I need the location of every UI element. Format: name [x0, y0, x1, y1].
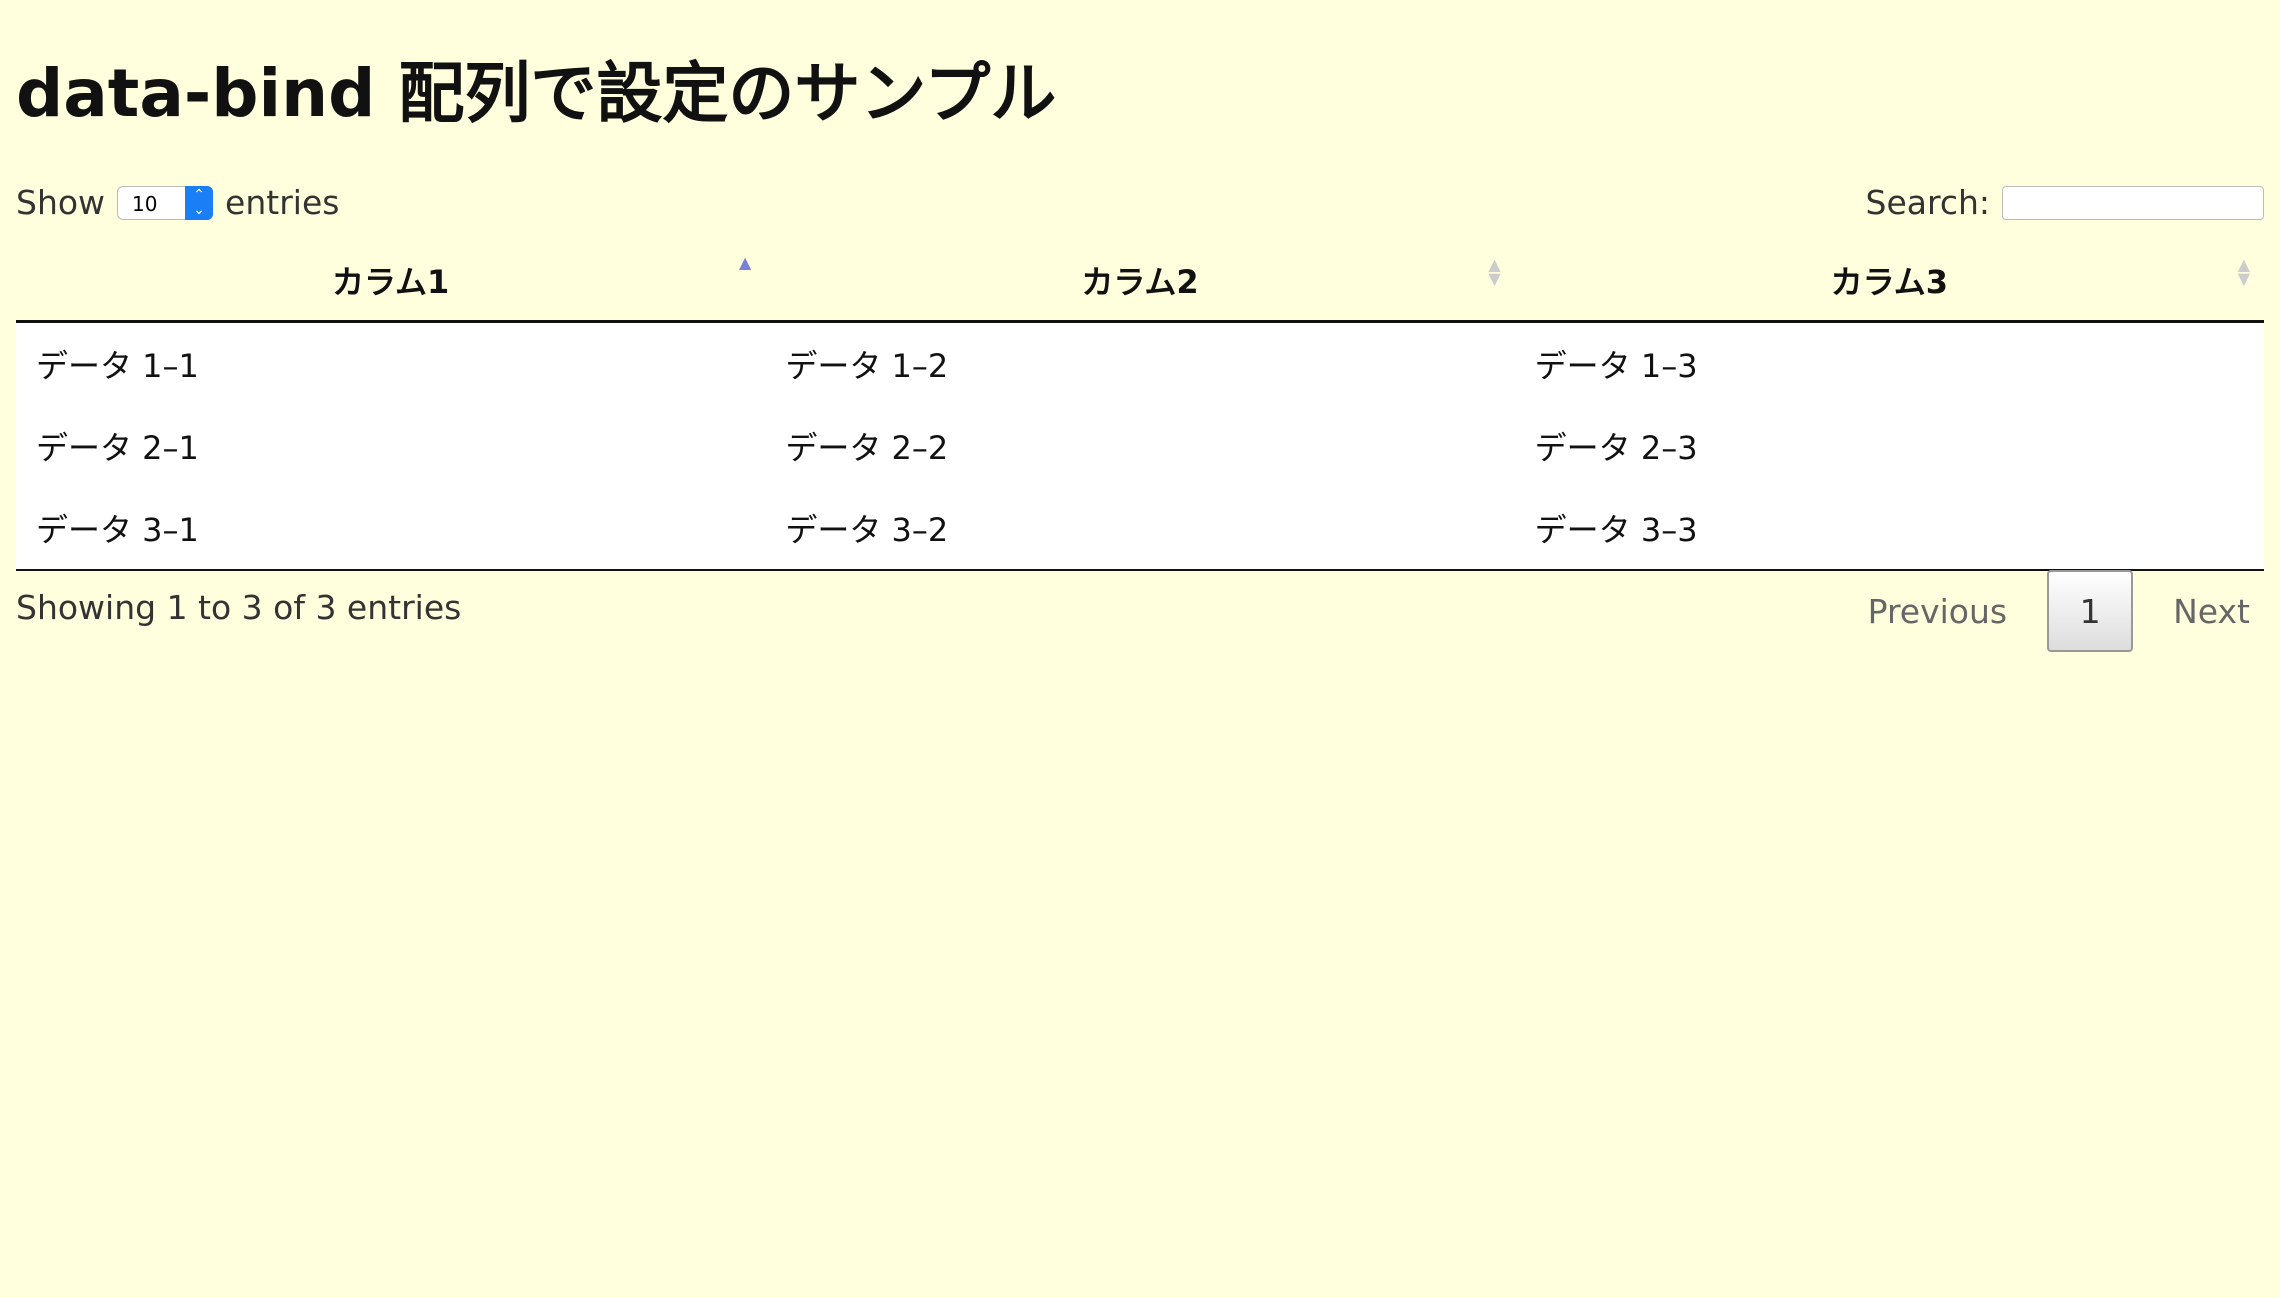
- table-cell: データ 3–3: [1514, 487, 2264, 571]
- select-chevrons-icon: ⌃ ⌄: [185, 185, 214, 220]
- table-cell: データ 2–2: [765, 405, 1515, 487]
- table-cell: データ 2–1: [16, 405, 766, 487]
- column-header-label: カラム1: [332, 263, 450, 301]
- table-cell: データ 1–1: [16, 321, 766, 405]
- table-cell: データ 1–3: [1514, 321, 2264, 405]
- entries-select[interactable]: 10 ⌃ ⌄: [117, 185, 214, 220]
- table-cell: データ 2–3: [1514, 405, 2264, 487]
- column-header-label: カラム2: [1081, 263, 1199, 301]
- table-row: データ 2–1 データ 2–2 データ 2–3: [16, 405, 2264, 487]
- sort-both-icon: ▲ ▼: [2237, 255, 2250, 288]
- entries-select-value: 10: [132, 191, 158, 216]
- search-control: Search:: [1865, 183, 2264, 222]
- next-button[interactable]: Next: [2173, 592, 2250, 631]
- previous-button[interactable]: Previous: [1868, 592, 2007, 631]
- search-label: Search:: [1865, 183, 1991, 222]
- entries-length-control: Show 10 ⌃ ⌄ entries: [16, 183, 339, 222]
- table-row: データ 3–1 データ 3–2 データ 3–3: [16, 487, 2264, 571]
- sort-both-icon: ▲ ▼: [1488, 255, 1501, 288]
- entries-label: entries: [225, 183, 340, 222]
- table-info: Showing 1 to 3 of 3 entries: [16, 588, 462, 627]
- column-header-label: カラム3: [1830, 263, 1948, 301]
- column-header-1[interactable]: カラム1 ▲: [16, 240, 766, 323]
- table-row: データ 1–1 データ 1–2 データ 1–3: [16, 321, 2264, 405]
- page-button-current[interactable]: 1: [2047, 570, 2134, 652]
- table-cell: データ 1–2: [765, 321, 1515, 405]
- page-title: data-bind 配列で設定のサンプル: [16, 55, 1057, 132]
- pagination: Previous 1 Next: [1868, 570, 2250, 652]
- column-header-3[interactable]: カラム3 ▲ ▼: [1514, 240, 2264, 323]
- table-cell: データ 3–1: [16, 487, 766, 571]
- sort-ascending-icon: ▲: [739, 253, 752, 272]
- data-table: カラム1 ▲ カラム2 ▲ ▼ カラム3 ▲ ▼ データ 1–1 データ 1–2 データ …: [16, 240, 2264, 571]
- show-label: Show: [16, 183, 106, 222]
- column-header-2[interactable]: カラム2 ▲ ▼: [765, 240, 1515, 323]
- table-cell: データ 3–2: [765, 487, 1515, 571]
- search-input[interactable]: [2002, 185, 2264, 220]
